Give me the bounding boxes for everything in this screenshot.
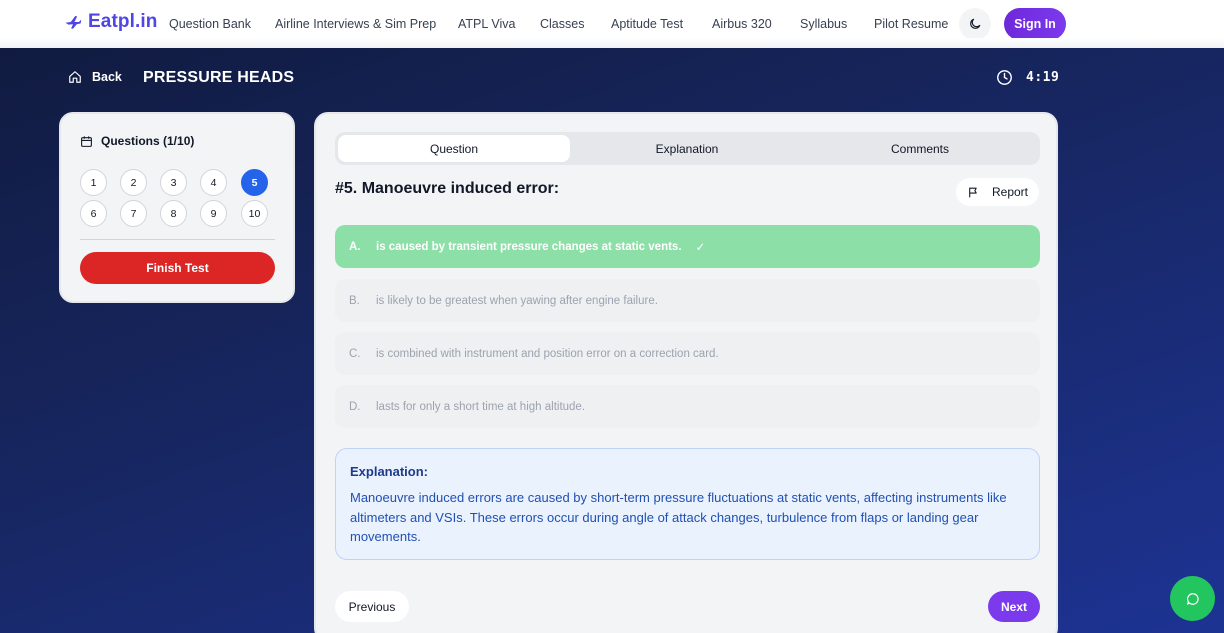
questions-heading: Questions (1/10) bbox=[80, 134, 194, 148]
home-icon bbox=[69, 71, 81, 83]
question-number-button[interactable]: 7 bbox=[120, 200, 147, 227]
calendar-icon bbox=[81, 135, 92, 147]
option-text: lasts for only a short time at high alti… bbox=[376, 400, 586, 413]
chat-button[interactable] bbox=[1170, 576, 1215, 621]
theme-toggle-button[interactable] bbox=[959, 8, 991, 40]
tab-bar: Question Explanation Comments bbox=[335, 132, 1040, 165]
logo[interactable]: Eatpl.in bbox=[64, 11, 157, 33]
previous-button[interactable]: Previous bbox=[335, 591, 409, 622]
question-number-button[interactable]: 1 bbox=[80, 169, 107, 196]
back-button[interactable]: Back bbox=[68, 70, 122, 84]
question-number-button-active[interactable]: 5 bbox=[241, 169, 268, 196]
flag-icon bbox=[969, 187, 977, 197]
explanation-box: Explanation: Manoeuvre induced errors ar… bbox=[335, 448, 1040, 560]
report-button[interactable]: Report bbox=[956, 178, 1039, 206]
question-number-button[interactable]: 8 bbox=[160, 200, 187, 227]
tab-question[interactable]: Question bbox=[338, 135, 570, 162]
next-button[interactable]: Next bbox=[988, 591, 1040, 622]
question-number-button[interactable]: 4 bbox=[200, 169, 227, 196]
question-number-button[interactable]: 6 bbox=[80, 200, 107, 227]
clock-icon bbox=[997, 70, 1012, 85]
nav-link-pilot-resume[interactable]: Pilot Resume bbox=[874, 17, 948, 31]
question-number-button[interactable]: 3 bbox=[160, 169, 187, 196]
question-number-button[interactable]: 10 bbox=[241, 200, 268, 227]
tab-comments[interactable]: Comments bbox=[804, 135, 1036, 162]
back-label: Back bbox=[92, 70, 122, 84]
chat-bubble-icon bbox=[1186, 592, 1199, 605]
question-number-button[interactable]: 9 bbox=[200, 200, 227, 227]
nav-link-syllabus[interactable]: Syllabus bbox=[800, 17, 847, 31]
nav-link-atpl-viva[interactable]: ATPL Viva bbox=[458, 17, 515, 31]
plane-icon bbox=[65, 16, 82, 29]
option-d[interactable]: D. lasts for only a short time at high a… bbox=[335, 385, 1040, 428]
option-letter: B. bbox=[349, 294, 360, 307]
nav-link-airbus-320[interactable]: Airbus 320 bbox=[712, 17, 772, 31]
question-navigator-panel: Questions (1/10) 1 2 3 4 5 6 7 8 9 10 Fi… bbox=[59, 112, 295, 303]
question-card: Question Explanation Comments #5. Manoeu… bbox=[314, 112, 1058, 633]
timer: 4:19 bbox=[996, 69, 1059, 86]
report-label: Report bbox=[991, 185, 1029, 199]
option-c[interactable]: C. is combined with instrument and posit… bbox=[335, 332, 1040, 375]
nav-link-classes[interactable]: Classes bbox=[540, 17, 584, 31]
option-a[interactable]: A. is caused by transient pressure chang… bbox=[335, 225, 1040, 268]
question-number-button[interactable]: 2 bbox=[120, 169, 147, 196]
navbar-divider bbox=[0, 38, 1224, 48]
timer-value: 4:19 bbox=[1026, 70, 1060, 85]
option-text: is likely to be greatest when yawing aft… bbox=[376, 294, 658, 307]
logo-text: Eatpl.in bbox=[88, 11, 158, 32]
option-text: is combined with instrument and position… bbox=[376, 347, 719, 360]
nav-link-airline-interviews[interactable]: Airline Interviews & Sim Prep bbox=[275, 17, 436, 31]
nav-link-aptitude-test[interactable]: Aptitude Test bbox=[611, 17, 683, 31]
sign-in-button[interactable]: Sign In bbox=[1004, 8, 1066, 40]
option-letter: A. bbox=[349, 240, 361, 253]
option-b[interactable]: B. is likely to be greatest when yawing … bbox=[335, 279, 1040, 322]
explanation-title: Explanation: bbox=[350, 464, 429, 479]
tab-explanation[interactable]: Explanation bbox=[571, 135, 803, 162]
option-letter: D. bbox=[349, 400, 361, 413]
questions-heading-label: Questions (1/10) bbox=[101, 134, 195, 148]
question-title: #5. Manoeuvre induced error: bbox=[335, 180, 560, 197]
page-title: PRESSURE HEADS bbox=[143, 69, 295, 86]
moon-icon bbox=[970, 18, 981, 29]
check-icon: ✓ bbox=[695, 241, 706, 254]
divider bbox=[80, 239, 275, 240]
finish-test-button[interactable]: Finish Test bbox=[80, 252, 275, 284]
explanation-body: Manoeuvre induced errors are caused by s… bbox=[350, 490, 1007, 544]
option-letter: C. bbox=[349, 347, 361, 360]
option-text: is caused by transient pressure changes … bbox=[376, 240, 682, 253]
nav-link-question-bank[interactable]: Question Bank bbox=[169, 17, 251, 31]
